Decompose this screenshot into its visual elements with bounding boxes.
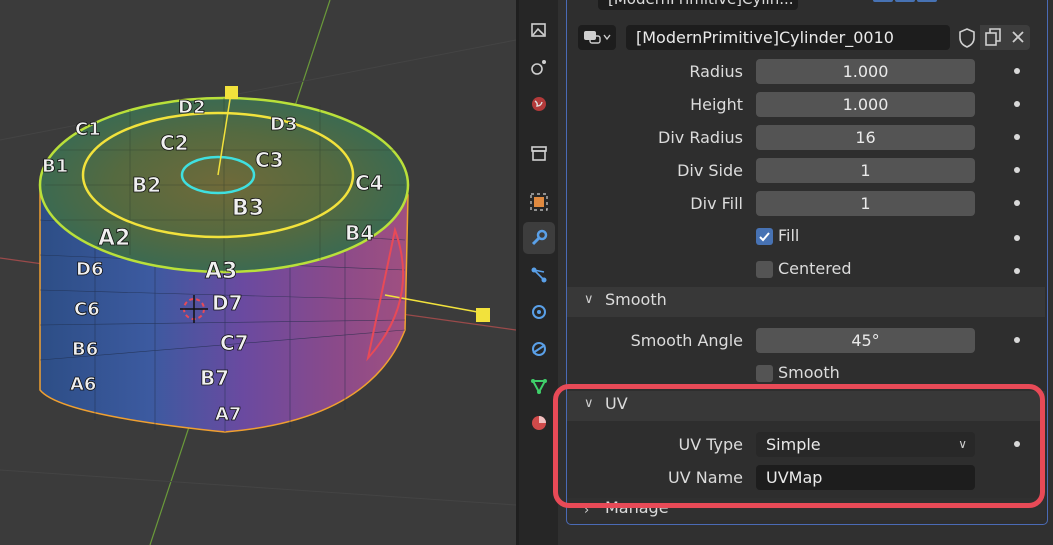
mesh-label: B7 xyxy=(200,366,229,390)
height-row: Height 1.000 xyxy=(558,91,1053,121)
object-icon[interactable] xyxy=(523,186,555,218)
modifier-name-bar: [ModernPrimitive]Cylinder_0010 xyxy=(570,25,1044,51)
material-icon[interactable] xyxy=(523,407,555,439)
mesh-label: A7 xyxy=(215,404,241,425)
mesh-label: D3 xyxy=(270,114,297,135)
centered-row: Centered xyxy=(558,258,1053,288)
keyframe-dot-icon[interactable] xyxy=(1014,68,1020,74)
mesh-label: C1 xyxy=(75,119,101,140)
mesh-label: C4 xyxy=(355,171,384,195)
div-side-row: Div Side 1 xyxy=(558,157,1053,187)
div-fill-label: Div Fill xyxy=(690,194,743,213)
smooth-checkbox[interactable] xyxy=(756,365,773,382)
keyframe-dot-icon[interactable] xyxy=(1014,268,1020,274)
fake-user-icon[interactable] xyxy=(954,25,980,50)
wrench-icon[interactable] xyxy=(523,222,555,254)
physics-icon[interactable] xyxy=(523,296,555,328)
mesh-label: B6 xyxy=(72,339,98,360)
smooth-section-header[interactable]: ∨ Smooth xyxy=(567,287,1045,317)
div-radius-label: Div Radius xyxy=(658,128,743,147)
3d-viewport[interactable]: D2 D3 C1 C2 C3 C4 B1 B2 B3 B4 A2 A3 D6 C… xyxy=(0,0,516,545)
mesh-label: C3 xyxy=(255,148,284,172)
uv-highlight-frame xyxy=(553,384,1045,508)
duplicate-icon[interactable] xyxy=(980,25,1006,50)
centered-label: Centered xyxy=(778,259,852,278)
height-label: Height xyxy=(690,95,743,114)
object-data-icon[interactable] xyxy=(523,333,555,365)
mesh-data-icon[interactable] xyxy=(523,370,555,402)
fill-label: Fill xyxy=(778,226,800,245)
checkmark-icon xyxy=(759,232,770,242)
div-side-label: Div Side xyxy=(677,161,743,180)
smooth-label: Smooth xyxy=(778,363,840,382)
mesh-label: B1 xyxy=(42,156,68,177)
mesh-label: B2 xyxy=(132,173,161,197)
div-radius-field[interactable]: 16 xyxy=(756,125,975,150)
height-field[interactable]: 1.000 xyxy=(756,92,975,117)
mesh-label: A3 xyxy=(205,259,237,284)
close-icon[interactable] xyxy=(1006,25,1030,50)
world-icon[interactable] xyxy=(523,88,555,120)
keyframe-dot-icon[interactable] xyxy=(1014,200,1020,206)
mesh-label: B3 xyxy=(232,196,264,221)
keyframe-dot-icon[interactable] xyxy=(1014,167,1020,173)
centered-checkbox[interactable] xyxy=(756,261,773,278)
modifier-header-truncated[interactable]: [ModernPrimitive]Cylin... xyxy=(598,0,798,10)
div-radius-row: Div Radius 16 xyxy=(558,124,1053,154)
modifier-header-toggles[interactable] xyxy=(845,0,945,8)
mesh-label: D2 xyxy=(178,97,205,118)
div-fill-field[interactable]: 1 xyxy=(756,191,975,216)
keyframe-dot-icon[interactable] xyxy=(1014,337,1020,343)
modifier-header-name: [ModernPrimitive]Cylin... xyxy=(608,0,794,8)
node-group-selector[interactable] xyxy=(578,25,616,50)
viewport-scene: D2 D3 C1 C2 C3 C4 B1 B2 B3 B4 A2 A3 D6 C… xyxy=(0,0,516,545)
div-fill-row: Div Fill 1 xyxy=(558,190,1053,220)
mesh-label: C6 xyxy=(74,299,100,320)
mesh-label: C7 xyxy=(220,331,249,355)
smooth-angle-row: Smooth Angle 45° xyxy=(558,327,1053,357)
fill-checkbox[interactable] xyxy=(756,228,773,245)
mesh-label: A6 xyxy=(70,374,96,395)
radius-label: Radius xyxy=(689,62,743,81)
smooth-section-title: Smooth xyxy=(605,290,667,309)
div-side-field[interactable]: 1 xyxy=(756,158,975,183)
keyframe-dot-icon[interactable] xyxy=(1014,134,1020,140)
keyframe-dot-icon[interactable] xyxy=(1014,235,1020,241)
collection-icon[interactable] xyxy=(523,137,555,169)
mesh-label: B4 xyxy=(345,221,374,245)
radius-row: Radius 1.000 xyxy=(558,58,1053,88)
image-icon[interactable] xyxy=(523,14,555,46)
mesh-label: A2 xyxy=(98,226,130,251)
radius-field[interactable]: 1.000 xyxy=(756,59,975,84)
keyframe-dot-icon[interactable] xyxy=(1014,101,1020,107)
particles-icon[interactable] xyxy=(523,51,555,83)
mesh-label: D6 xyxy=(76,259,103,280)
fill-row: Fill xyxy=(558,225,1053,255)
constraints-icon[interactable] xyxy=(523,259,555,291)
node-group-name-field[interactable]: [ModernPrimitive]Cylinder_0010 xyxy=(626,25,950,50)
mesh-label: D7 xyxy=(212,291,243,315)
chevron-down-icon: ∨ xyxy=(584,292,594,307)
mesh-label: C2 xyxy=(160,131,189,155)
smooth-angle-label: Smooth Angle xyxy=(630,331,743,350)
smooth-angle-field[interactable]: 45° xyxy=(756,328,975,353)
